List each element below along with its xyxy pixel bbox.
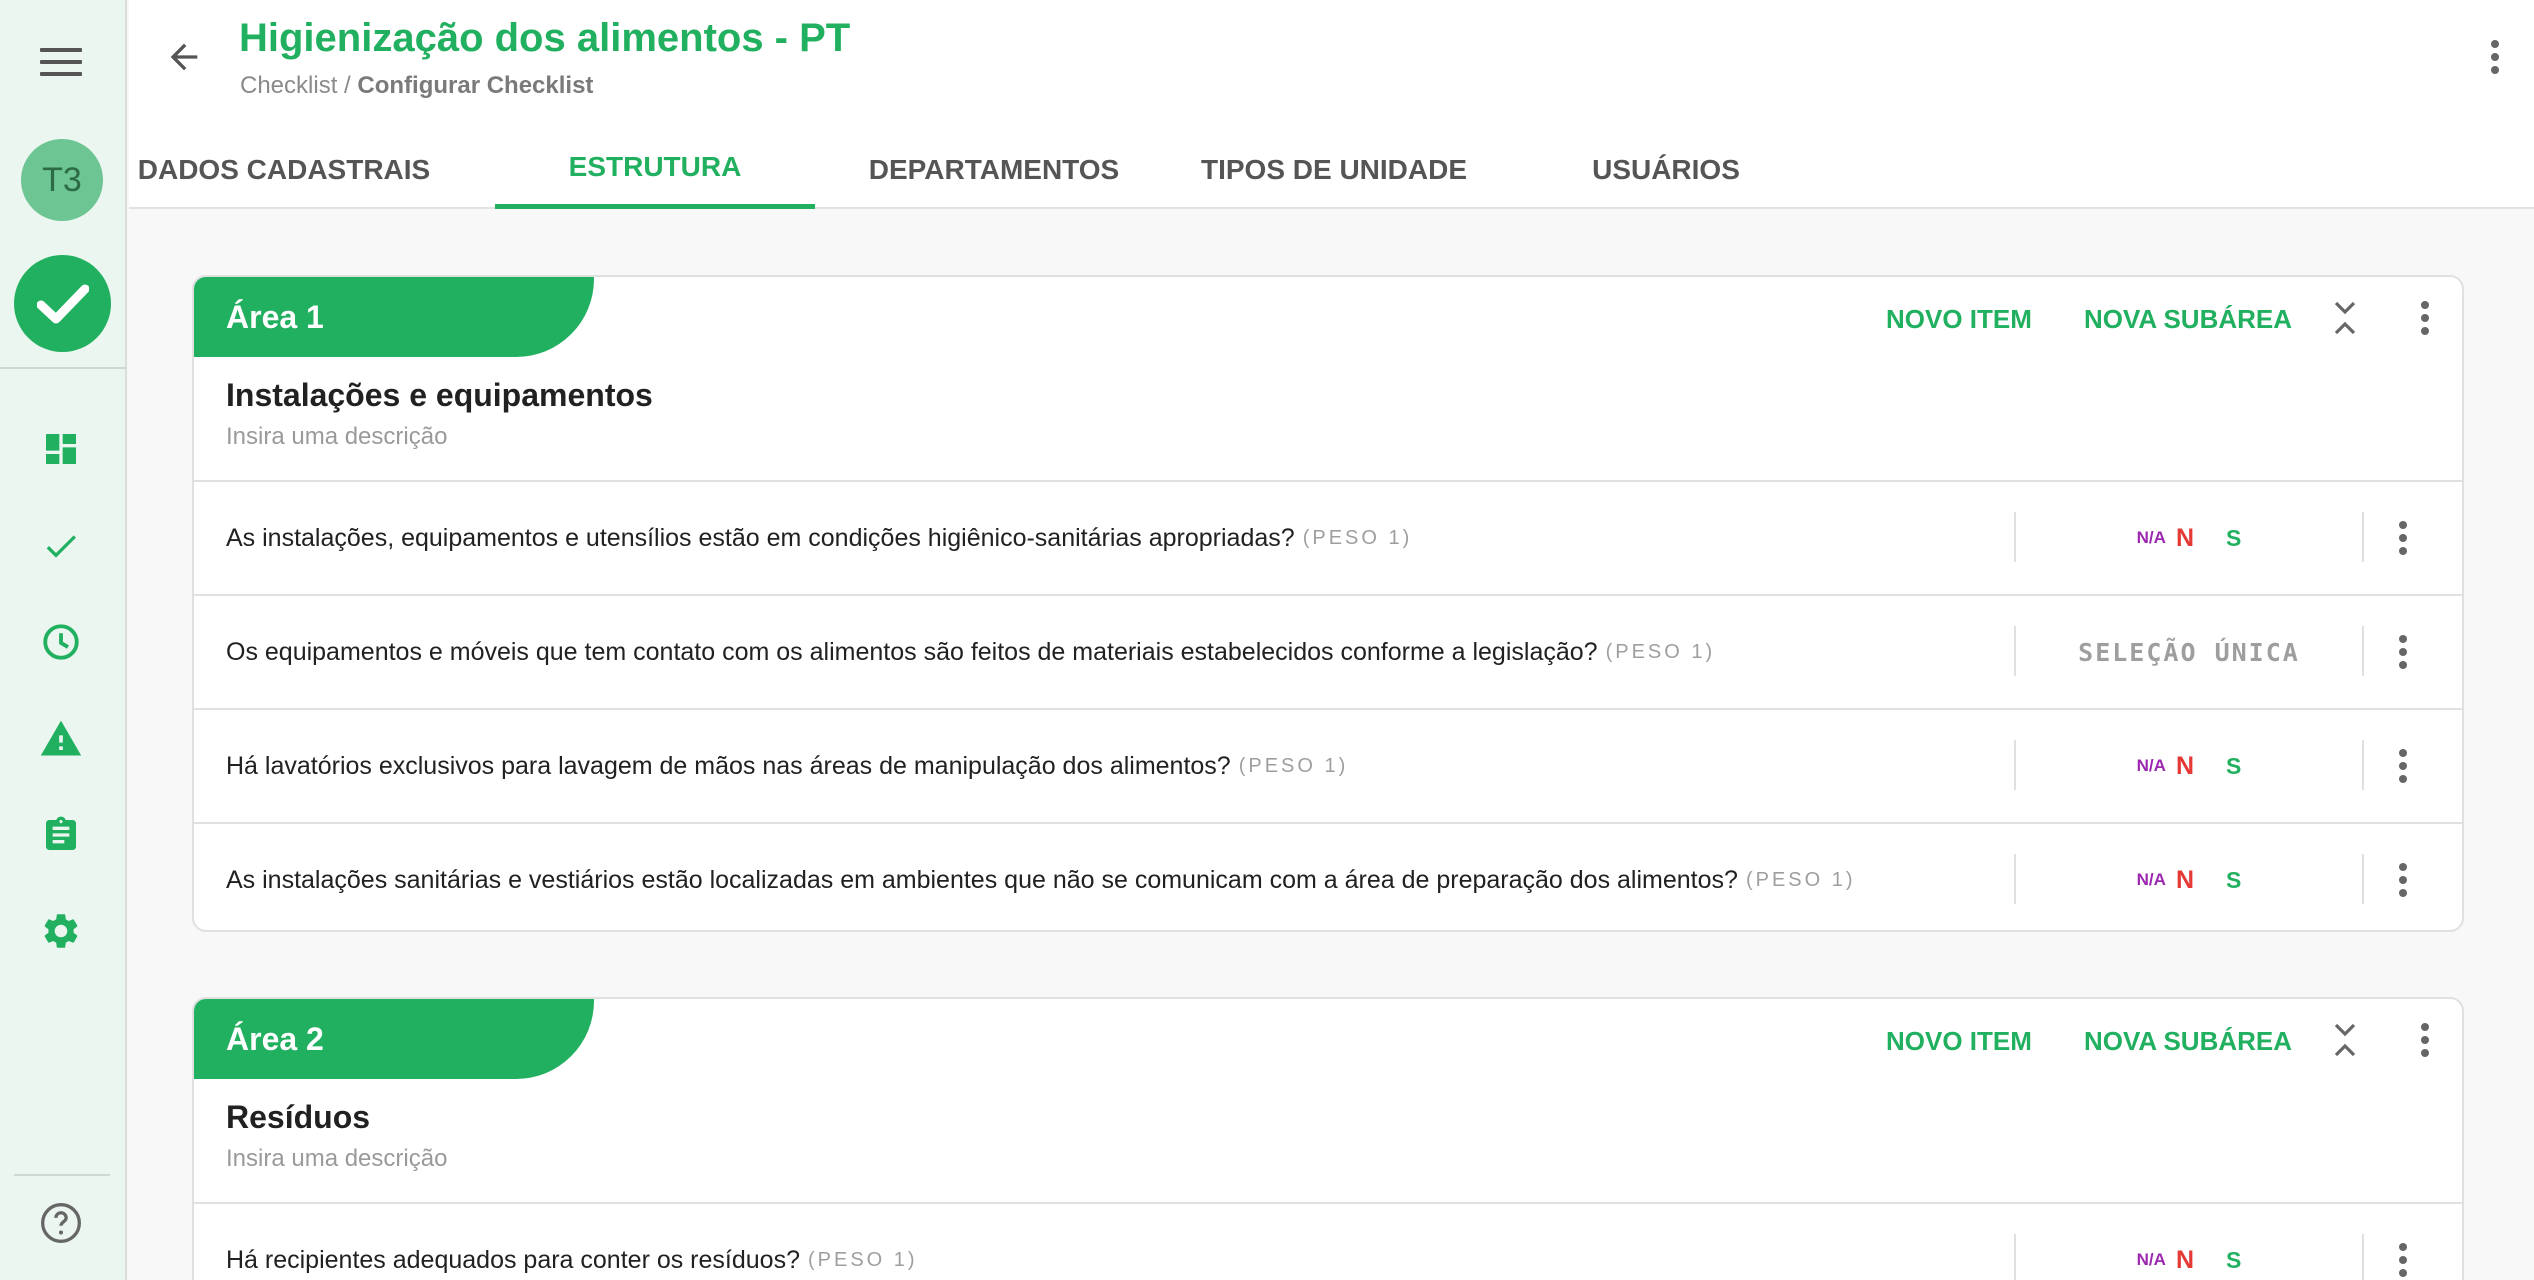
response-options: SELEÇÃO ÚNICA xyxy=(2016,596,2362,708)
item-list: Há recipientes adequados para conter os … xyxy=(194,1202,2462,1280)
list-item[interactable]: Há lavatórios exclusivos para lavagem de… xyxy=(194,708,2462,822)
new-subarea-button[interactable]: NOVA SUBÁREA xyxy=(2084,1019,2292,1063)
area-description-input[interactable]: Insira uma descrição xyxy=(226,1145,447,1173)
tab-estrutura[interactable]: ESTRUTURA xyxy=(495,130,815,209)
new-subarea-button[interactable]: NOVA SUBÁREA xyxy=(2084,297,2292,341)
divider xyxy=(2362,854,2364,904)
breadcrumb-current: Configurar Checklist xyxy=(357,72,594,99)
item-weight: (PESO 1) xyxy=(1238,754,1349,777)
sidebar-divider xyxy=(14,1174,110,1176)
response-options: N/A N S xyxy=(2016,482,2362,594)
tab-dados-cadastrais[interactable]: DADOS CADASTRAIS xyxy=(138,130,430,209)
item-weight: (PESO 1) xyxy=(1302,526,1413,549)
list-item[interactable]: As instalações sanitárias e vestiários e… xyxy=(194,822,2462,930)
divider xyxy=(2362,512,2364,562)
area-card: Área 2 NOVO ITEM NOVA SUBÁREA Resíduos I… xyxy=(192,997,2464,1280)
response-options: N/A N S xyxy=(2016,824,2362,930)
area-label: Área 2 xyxy=(194,999,594,1079)
breadcrumb: Checklist / Configurar Checklist xyxy=(240,72,593,100)
settings-icon[interactable] xyxy=(36,906,86,956)
new-item-button[interactable]: NOVO ITEM xyxy=(1886,1019,2032,1063)
page-header: Higienização dos alimentos - PT Checklis… xyxy=(129,0,2534,209)
no-option: N xyxy=(2175,751,2194,780)
sidebar: T3 xyxy=(0,0,127,1280)
warning-icon[interactable] xyxy=(36,714,86,764)
item-weight: (PESO 1) xyxy=(1605,640,1716,663)
list-item[interactable]: Os equipamentos e móveis que tem contato… xyxy=(194,594,2462,708)
item-list: As instalações, equipamentos e utensílio… xyxy=(194,480,2462,930)
na-option: N/A xyxy=(2136,756,2166,775)
more-vert-icon[interactable] xyxy=(2380,741,2426,791)
na-option: N/A xyxy=(2136,1250,2166,1269)
na-option: N/A xyxy=(2136,870,2166,889)
yes-option: S xyxy=(2226,1246,2242,1273)
back-arrow-icon[interactable] xyxy=(159,32,209,82)
more-vert-icon[interactable] xyxy=(2380,1235,2426,1280)
more-vert-icon[interactable] xyxy=(2380,513,2426,563)
avatar[interactable]: T3 xyxy=(21,139,103,221)
area-title: Instalações e equipamentos xyxy=(226,377,653,413)
item-question: As instalações, equipamentos e utensílio… xyxy=(226,523,1413,552)
yes-option: S xyxy=(2226,866,2242,893)
response-options: N/A N S xyxy=(2016,710,2362,822)
breadcrumb-root[interactable]: Checklist / xyxy=(240,72,357,99)
yes-option: S xyxy=(2226,752,2242,779)
no-option: N xyxy=(2175,1245,2194,1274)
more-vert-icon[interactable] xyxy=(2470,32,2520,82)
response-type-label: SELEÇÃO ÚNICA xyxy=(2078,637,2300,667)
new-item-button[interactable]: NOVO ITEM xyxy=(1886,297,2032,341)
sidebar-divider xyxy=(0,367,127,369)
tab-usuarios[interactable]: USUÁRIOS xyxy=(1501,130,1831,209)
divider xyxy=(2362,626,2364,676)
more-vert-icon[interactable] xyxy=(2402,295,2448,341)
clock-icon[interactable] xyxy=(36,617,86,667)
area-title: Resíduos xyxy=(226,1099,371,1135)
more-vert-icon[interactable] xyxy=(2380,855,2426,905)
na-option: N/A xyxy=(2136,528,2166,547)
menu-icon[interactable] xyxy=(40,48,82,80)
area-description-input[interactable]: Insira uma descrição xyxy=(226,423,447,451)
dashboard-icon[interactable] xyxy=(36,424,86,474)
response-options: N/A N S xyxy=(2016,1204,2362,1280)
tab-tipos-de-unidade[interactable]: TIPOS DE UNIDADE xyxy=(1169,130,1499,209)
help-icon[interactable] xyxy=(36,1198,86,1248)
yes-option: S xyxy=(2226,524,2242,551)
item-question: Os equipamentos e móveis que tem contato… xyxy=(226,637,1716,666)
item-question: Há lavatórios exclusivos para lavagem de… xyxy=(226,751,1349,780)
clipboard-icon[interactable] xyxy=(36,810,86,860)
divider xyxy=(2362,1234,2364,1280)
page-title: Higienização dos alimentos - PT xyxy=(239,16,851,60)
area-card: Área 1 NOVO ITEM NOVA SUBÁREA Instalaçõe… xyxy=(192,275,2464,932)
collapse-icon[interactable] xyxy=(2322,1017,2368,1063)
item-question: As instalações sanitárias e vestiários e… xyxy=(226,865,1856,894)
item-weight: (PESO 1) xyxy=(807,1248,918,1271)
no-option: N xyxy=(2175,865,2194,894)
collapse-icon[interactable] xyxy=(2322,295,2368,341)
item-weight: (PESO 1) xyxy=(1745,868,1856,891)
app-logo-check-icon[interactable] xyxy=(14,255,111,352)
more-vert-icon[interactable] xyxy=(2380,627,2426,677)
area-label: Área 1 xyxy=(194,277,594,357)
list-item[interactable]: As instalações, equipamentos e utensílio… xyxy=(194,480,2462,594)
tab-bar: DADOS CADASTRAIS ESTRUTURA DEPARTAMENTOS… xyxy=(129,130,1929,209)
no-option: N xyxy=(2175,523,2194,552)
list-item[interactable]: Há recipientes adequados para conter os … xyxy=(194,1202,2462,1280)
item-question: Há recipientes adequados para conter os … xyxy=(226,1245,918,1274)
tab-departamentos[interactable]: DEPARTAMENTOS xyxy=(829,130,1159,209)
check-icon[interactable] xyxy=(36,521,86,571)
divider xyxy=(2362,740,2364,790)
more-vert-icon[interactable] xyxy=(2402,1017,2448,1063)
